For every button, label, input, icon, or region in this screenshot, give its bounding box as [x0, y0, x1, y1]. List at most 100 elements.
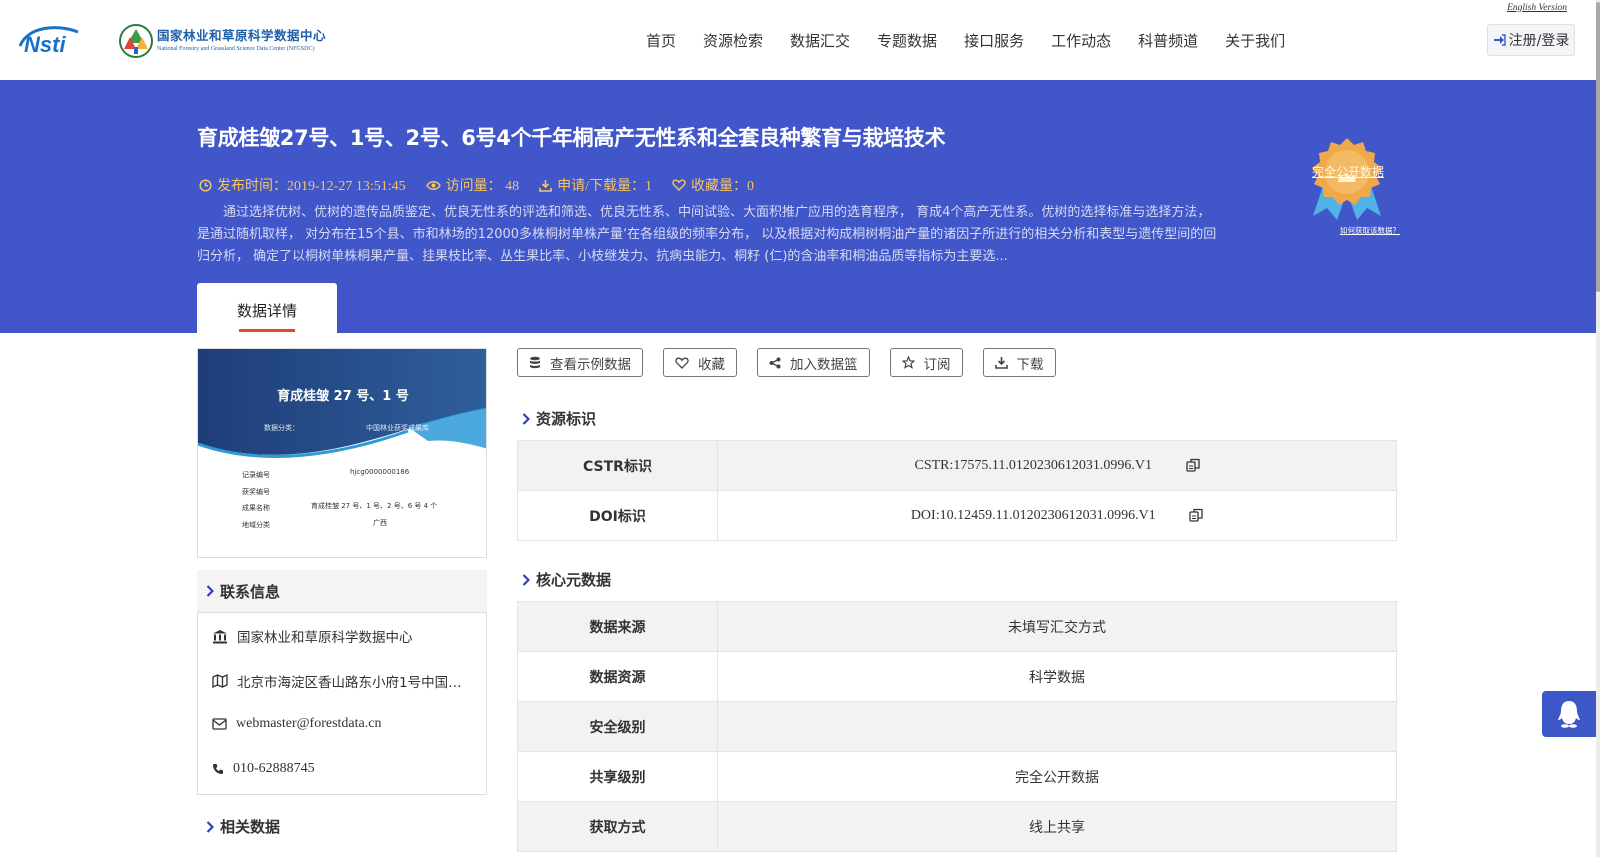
contact-email-text: webmaster@forestdata.cn	[236, 716, 382, 731]
contact-phone-text: 010-62888745	[233, 761, 315, 776]
meta-value: 线上共享	[717, 801, 1397, 852]
cover-field-value: 广西	[373, 519, 387, 527]
resource-id-table: CSTR标识 CSTR:17575.11.0120230612031.0996.…	[517, 440, 1397, 541]
org-logo[interactable]: 国家林业和草原科学数据中心 National Forestry and Gras…	[118, 22, 326, 60]
institution-icon	[213, 629, 227, 643]
contact-org: 国家林业和草原科学数据中心	[212, 626, 413, 646]
chevron-right-icon	[206, 585, 214, 597]
copy-icon[interactable]	[1185, 458, 1200, 472]
related-data-heading: 相关数据	[206, 816, 280, 837]
customer-service-button[interactable]	[1542, 691, 1596, 737]
table-row: 数据资源 科学数据	[517, 651, 1397, 702]
table-row: 获取方式 线上共享	[517, 801, 1397, 852]
dataset-cover-image[interactable]: 育成桂皱 27 号、1 号 数据分类： 中国林业获奖成果库 记录编号 hjcg0…	[197, 348, 487, 558]
action-bar: 查看示例数据 收藏 加入数据篮 订阅 下载	[517, 348, 1076, 377]
chat-penguin-icon	[1558, 701, 1580, 728]
meta-key: 安全级别	[517, 701, 718, 752]
resource-id-heading: 资源标识	[522, 408, 596, 429]
download-icon	[539, 179, 552, 192]
table-row: 共享级别 完全公开数据	[517, 751, 1397, 802]
cover-category-value: 中国林业获奖成果库	[366, 424, 429, 432]
favorite-count-text: 收藏量：0	[691, 179, 754, 194]
subscribe-label: 订阅	[923, 356, 951, 373]
login-button[interactable]: 注册/登录	[1487, 24, 1575, 56]
meta-value: 科学数据	[717, 651, 1397, 702]
chevron-right-icon	[522, 412, 530, 425]
open-data-badge-label[interactable]: 完全公开数据	[1303, 163, 1393, 180]
resource-id-heading-label: 资源标识	[536, 410, 597, 428]
how-to-get-data-link[interactable]: 如何获取该数据？	[1340, 225, 1400, 236]
subscribe-button[interactable]: 订阅	[889, 348, 963, 377]
contact-email[interactable]: webmaster@forestdata.cn	[212, 716, 381, 732]
visit-count: 访问量： 48	[425, 175, 519, 195]
cover-field-label: 地域分类	[242, 521, 270, 529]
favorite-label: 收藏	[698, 356, 725, 373]
nav-thematic-data[interactable]: 专题数据	[877, 30, 937, 51]
nav-science-channel[interactable]: 科普频道	[1138, 30, 1198, 51]
database-icon	[530, 356, 540, 369]
heart-icon	[672, 179, 686, 191]
nav-home[interactable]: 首页	[646, 30, 676, 51]
download-label: 下载	[1016, 356, 1044, 373]
chevron-right-icon	[206, 820, 214, 833]
nav-resource-search[interactable]: 资源检索	[703, 30, 763, 51]
page-scrollbar[interactable]	[1596, 0, 1600, 857]
core-metadata-heading-label: 核心元数据	[536, 571, 612, 589]
contact-heading: 联系信息	[197, 570, 487, 612]
nav-api-service[interactable]: 接口服务	[964, 30, 1024, 51]
download-count: 申请/下载量：1	[539, 175, 652, 195]
envelope-icon	[212, 718, 227, 730]
doi-key: DOI标识	[517, 490, 718, 541]
table-row: 数据来源 未填写汇交方式	[517, 601, 1397, 652]
sign-in-icon	[1493, 34, 1506, 46]
scrollbar-thumb[interactable]	[1596, 2, 1600, 292]
contact-phone: 010-62888745	[212, 761, 315, 777]
contact-address-text: 北京市海淀区香山路东小府1号中国林业科学研究院	[237, 675, 472, 691]
add-to-basket-button[interactable]: 加入数据篮	[757, 348, 870, 377]
table-row: 安全级别	[517, 701, 1397, 752]
cstr-cell: CSTR:17575.11.0120230612031.0996.V1	[717, 440, 1397, 491]
main-nav: 首页 资源检索 数据汇交 专题数据 接口服务 工作动态 科普频道 关于我们	[646, 30, 1312, 51]
nav-data-submission[interactable]: 数据汇交	[790, 30, 850, 51]
meta-value: 完全公开数据	[717, 751, 1397, 802]
org-name-cn: 国家林业和草原科学数据中心	[157, 28, 327, 43]
chevron-right-icon	[522, 573, 530, 586]
nav-about-us[interactable]: 关于我们	[1225, 30, 1285, 51]
favorite-button[interactable]: 收藏	[663, 348, 737, 377]
meta-value	[717, 701, 1397, 752]
core-metadata-heading: 核心元数据	[522, 569, 611, 590]
view-sample-data-label: 查看示例数据	[550, 356, 631, 373]
table-row: CSTR标识 CSTR:17575.11.0120230612031.0996.…	[517, 440, 1397, 491]
tab-data-details-label: 数据详情	[236, 302, 297, 320]
english-version-link[interactable]: English Version	[1507, 3, 1567, 13]
cover-background	[198, 349, 486, 479]
map-icon	[212, 674, 228, 688]
login-label: 注册/登录	[1508, 33, 1570, 49]
heart-icon	[675, 357, 689, 369]
tab-data-details[interactable]: 数据详情	[197, 283, 337, 333]
cover-field-label: 获奖编号	[242, 488, 270, 496]
nsti-logo-text: Nsti	[24, 32, 66, 56]
contact-info: 国家林业和草原科学数据中心 北京市海淀区香山路东小府1号中国林业科学研究院 we…	[197, 612, 487, 795]
nsti-logo[interactable]: Nsti	[18, 22, 98, 56]
forest-emblem-icon	[119, 24, 153, 58]
contact-heading-label: 联系信息	[220, 582, 281, 601]
org-name-en: National Forestry and Grassland Science …	[157, 46, 315, 52]
view-sample-data-button[interactable]: 查看示例数据	[517, 348, 643, 377]
clock-icon	[199, 178, 212, 192]
dataset-title: 育成桂皱27号、1号、2号、6号4个千年桐高产无性系和全套良种繁育与栽培技术	[197, 126, 946, 150]
cover-field-label: 记录编号	[242, 471, 270, 479]
star-icon	[901, 356, 915, 369]
download-button[interactable]: 下载	[982, 348, 1056, 377]
meta-key: 数据资源	[517, 651, 718, 702]
nav-work-news[interactable]: 工作动态	[1051, 30, 1111, 51]
core-metadata-table: 数据来源 未填写汇交方式 数据资源 科学数据 安全级别 共享级别 完全公开数据 …	[517, 601, 1397, 852]
dataset-description: 通过选择优树、优树的遗传品质鉴定、优良无性系的评选和筛选、优良无性系、中间试验、…	[197, 205, 1217, 264]
dataset-stats: 发布时间：2019-12-27 13:51:45 访问量： 48 申请/下载量：…	[199, 175, 774, 195]
cover-field-value: hjcg0000000186	[350, 468, 410, 476]
cover-category-label: 数据分类：	[264, 424, 299, 432]
top-header: Nsti 国家林业和草原科学数据中心 National Forestry and…	[0, 0, 1600, 80]
copy-icon[interactable]	[1189, 508, 1203, 522]
cstr-value: CSTR:17575.11.0120230612031.0996.V1	[914, 457, 1153, 473]
eye-icon	[425, 180, 441, 190]
